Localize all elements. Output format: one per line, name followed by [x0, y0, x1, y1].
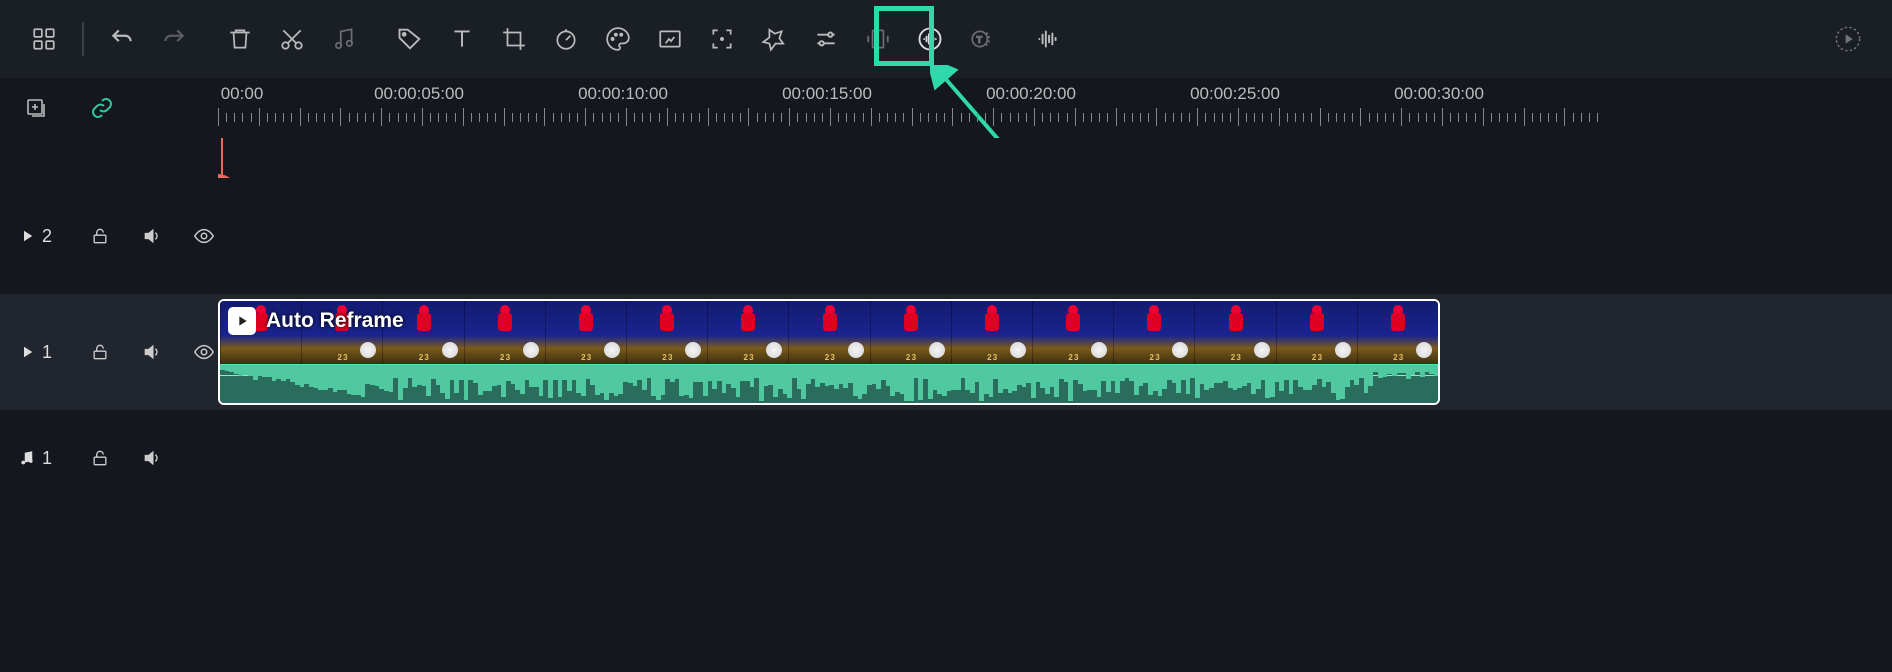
ruler-label: 00:00:25:00	[1190, 84, 1280, 104]
playhead-line	[221, 138, 223, 178]
ruler-label: 00:00:15:00	[782, 84, 872, 104]
track-lane[interactable]	[218, 178, 1892, 294]
cut-icon[interactable]	[266, 13, 318, 65]
pip-icon[interactable]	[644, 13, 696, 65]
audio-sync-icon[interactable]	[904, 13, 956, 65]
volume-icon[interactable]	[138, 444, 166, 472]
ruler-label: 00:00	[221, 84, 264, 104]
delete-icon[interactable]	[214, 13, 266, 65]
track-number: 2	[42, 226, 52, 247]
speed-icon[interactable]	[540, 13, 592, 65]
ruler-side-controls	[0, 78, 218, 138]
clip-waveform	[220, 364, 1438, 403]
track-number: 1	[42, 342, 52, 363]
text-icon[interactable]	[436, 13, 488, 65]
track-lane[interactable]: 2 32 32 32 32 32 32 32 32 32 32 32 32 32…	[218, 294, 1892, 410]
link-icon[interactable]	[86, 92, 118, 124]
caption-icon[interactable]: T	[956, 13, 1008, 65]
track-header: 1	[0, 294, 218, 410]
aspect-icon[interactable]	[852, 13, 904, 65]
track-type-label: 2	[18, 226, 62, 247]
add-track-icon[interactable]	[20, 92, 52, 124]
timeline-tracks: 2 1	[0, 138, 1892, 672]
redo-icon[interactable]	[148, 13, 200, 65]
lock-icon[interactable]	[86, 338, 114, 366]
svg-text:T: T	[977, 34, 983, 44]
timeline-toolbar: T	[0, 0, 1892, 78]
track-video-2: 2	[0, 178, 1892, 294]
focus-icon[interactable]	[696, 13, 748, 65]
play-icon	[228, 307, 256, 335]
toolbar-divider	[82, 22, 84, 56]
tag-icon[interactable]	[384, 13, 436, 65]
apps-icon[interactable]	[18, 13, 70, 65]
track-gap	[0, 138, 1892, 178]
volume-icon[interactable]	[138, 338, 166, 366]
timeline-ruler-row: 00:00 00:00:05:00 00:00:10:00 00:00:15:0…	[0, 78, 1892, 138]
track-type-label: 1	[18, 448, 62, 469]
visibility-icon[interactable]	[190, 222, 218, 250]
crop-icon[interactable]	[488, 13, 540, 65]
beats-icon[interactable]	[1022, 13, 1074, 65]
visibility-icon[interactable]	[190, 338, 218, 366]
video-clip[interactable]: 2 32 32 32 32 32 32 32 32 32 32 32 32 32…	[218, 299, 1440, 405]
track-audio-1: 1	[0, 410, 1892, 506]
ruler-label: 00:00:05:00	[374, 84, 464, 104]
track-video-1: 1 2 32 32 32 32 32 32 32 32 32 32 32 32 …	[0, 294, 1892, 410]
ruler-label: 00:00:30:00	[1394, 84, 1484, 104]
render-icon[interactable]	[1822, 13, 1874, 65]
adjust-icon[interactable]	[800, 13, 852, 65]
timeline-ruler[interactable]: 00:00 00:00:05:00 00:00:10:00 00:00:15:0…	[218, 78, 1892, 138]
clip-title: Auto Reframe	[266, 309, 404, 333]
music-note-icon[interactable]	[318, 13, 370, 65]
volume-icon[interactable]	[138, 222, 166, 250]
ruler-label: 00:00:20:00	[986, 84, 1076, 104]
track-header: 2	[0, 178, 218, 294]
lock-icon[interactable]	[86, 222, 114, 250]
lock-icon[interactable]	[86, 444, 114, 472]
undo-icon[interactable]	[96, 13, 148, 65]
color-icon[interactable]	[592, 13, 644, 65]
mask-icon[interactable]	[748, 13, 800, 65]
clip-label: Auto Reframe	[228, 307, 404, 335]
track-lane[interactable]	[218, 410, 1892, 506]
ruler-label: 00:00:10:00	[578, 84, 668, 104]
track-number: 1	[42, 448, 52, 469]
track-header: 1	[0, 410, 218, 506]
track-type-label: 1	[18, 342, 62, 363]
